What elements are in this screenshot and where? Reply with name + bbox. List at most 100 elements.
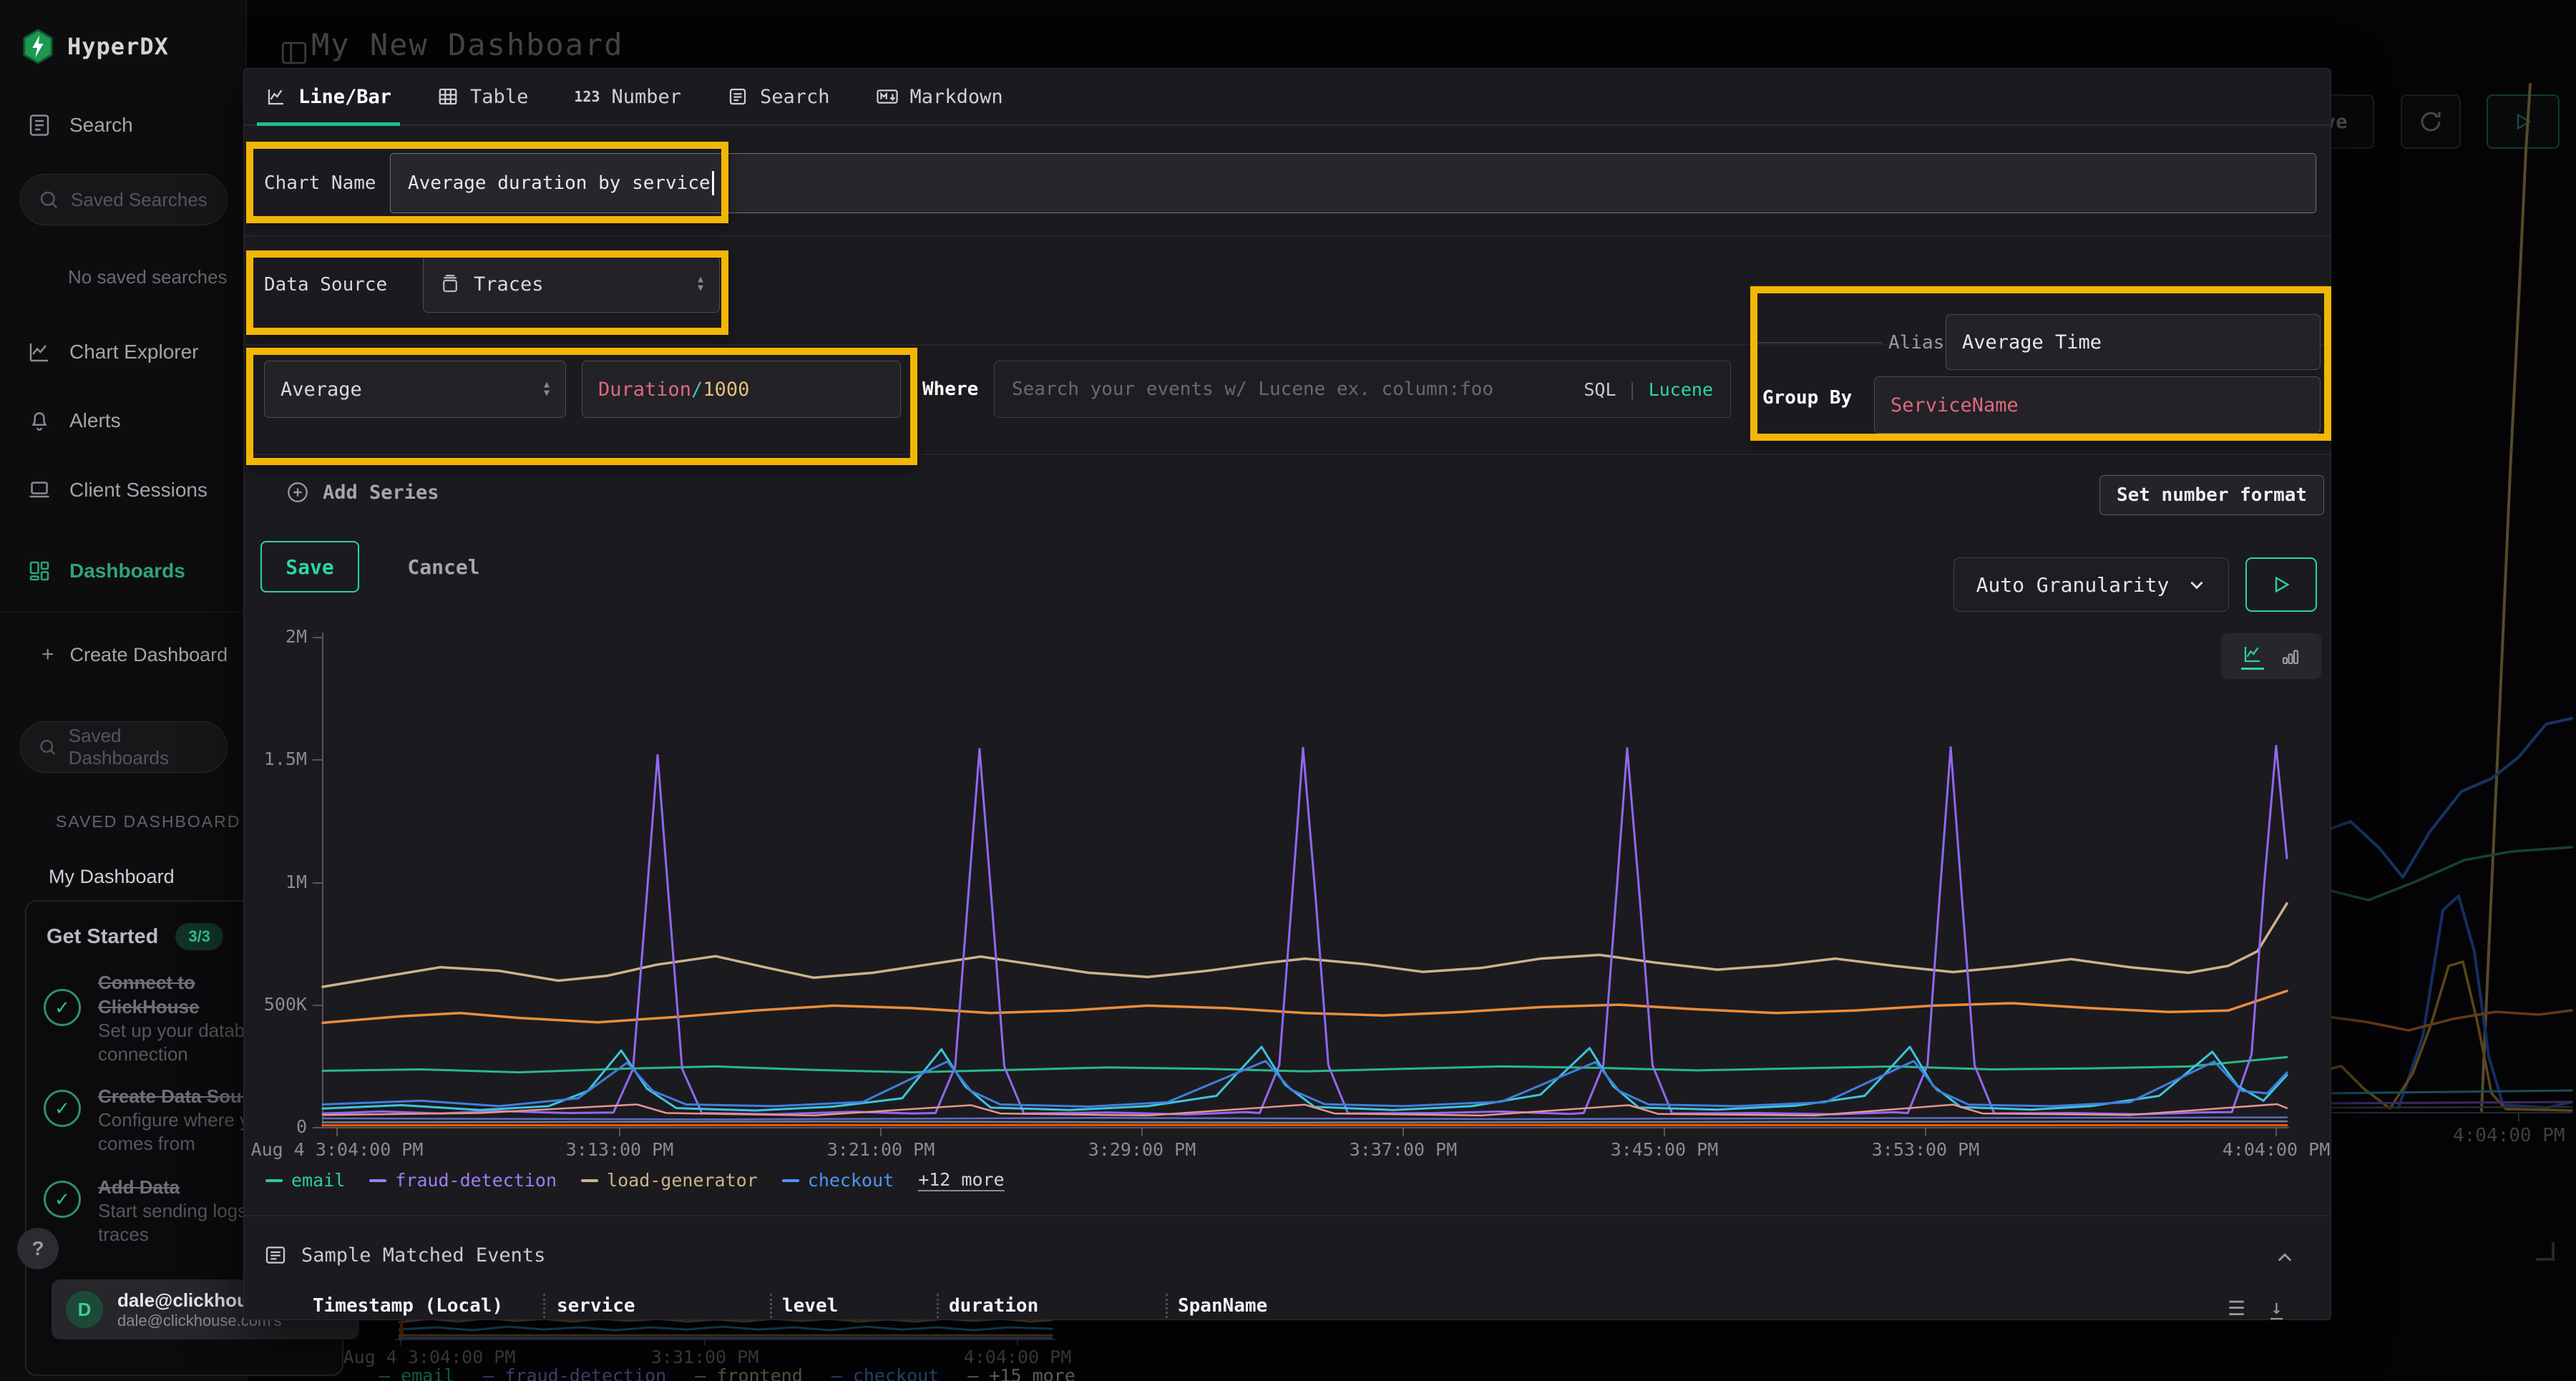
legend-swatch [581,1179,598,1182]
chart-legend: email fraud-detection load-generator che… [265,1169,1005,1191]
get-started-badge: 3/3 [175,923,223,950]
add-series-button[interactable]: Add Series [286,480,439,504]
y-tick-label: 0 [250,1116,307,1137]
sidebar-item-label: Alerts [69,409,121,432]
chart-name-input[interactable]: Average duration by service [390,153,2316,213]
chart-type-tabs: Line/Bar Table 123 Number Search [244,69,2331,126]
help-button[interactable]: ? [17,1228,59,1269]
chart-name-value: Average duration by service [408,172,711,194]
magnifier-icon [38,189,59,210]
data-source-select[interactable]: Traces ▲▼ [423,255,720,313]
tab-markdown[interactable]: Markdown [876,69,1003,125]
markdown-icon [876,86,899,107]
group-by-value: ServiceName [1890,394,2019,416]
sidebar-item-chart-explorer[interactable]: Chart Explorer [25,338,199,366]
divider [244,454,2331,455]
x-tick-label: 3:29:00 PM [1020,1139,1264,1160]
legend-label: email [291,1170,345,1191]
column-header-level[interactable]: level [782,1295,838,1317]
where-search-field[interactable] [1012,379,1571,400]
sidebar-item-label: Dashboards [69,560,185,582]
sql-option[interactable]: SQL [1584,379,1616,400]
series-load-generator [323,904,2287,987]
column-header-service[interactable]: service [557,1295,635,1317]
tab-search[interactable]: Search [727,69,830,125]
legend-item-fraud-detection[interactable]: fraud-detection [369,1170,557,1191]
x-tick-label: 3:21:00 PM [759,1139,1002,1160]
saved-dashboards-placeholder: Saved Dashboards [69,725,210,769]
tab-number[interactable]: 123 Number [574,69,681,125]
y-tick-label: 1M [250,872,307,892]
y-axis-labels: 2M1.5M1M500K0 [244,620,316,1149]
series-slate [323,1118,2287,1120]
where-label: Where [922,379,978,400]
y-tick-label: 1.5M [250,748,307,769]
magnifier-icon [38,736,57,758]
saved-dashboards-input[interactable]: Saved Dashboards [20,721,228,773]
legend-item-checkout[interactable]: checkout [782,1170,894,1191]
sidebar-item-client-sessions[interactable]: Client Sessions [25,476,208,504]
tab-label: Line/Bar [298,86,391,108]
tab-table[interactable]: Table [437,69,528,125]
x-axis-labels: Aug 4 3:04:00 PM3:13:00 PM3:21:00 PM3:29… [244,1139,2331,1165]
logo[interactable]: HyperDX [21,29,169,64]
tab-label: Markdown [910,86,1003,108]
chart-name-label: Chart Name [264,172,376,194]
saved-dashboards-section[interactable]: SAVED DASHBOARDS [44,812,241,831]
legend-item-email[interactable]: email [265,1170,345,1191]
aggregation-value: Average [280,379,362,401]
alias-value: Average Time [1962,331,2102,353]
legend-label: load-generator [607,1170,758,1191]
lucene-option[interactable]: Lucene [1649,379,1713,400]
dashboards-grid-icon [25,557,54,585]
legend-item-load-generator[interactable]: load-generator [581,1170,758,1191]
sidebar-item-my-dashboard[interactable]: My Dashboard [49,866,175,888]
y-tick-label: 2M [250,626,307,647]
tab-line-bar[interactable]: Line/Bar [265,69,391,125]
series-orange [323,991,2287,1023]
create-dashboard-button[interactable]: + Create Dashboard [42,643,228,667]
saved-searches-input[interactable]: Saved Searches [20,174,228,225]
granularity-select[interactable]: Auto Granularity [1953,557,2229,612]
tab-label: Table [470,86,528,108]
line-chart-icon [265,86,287,107]
sidebar-item-dashboards[interactable]: Dashboards [25,557,185,585]
main-chart-svg[interactable] [244,620,2331,1149]
granularity-value: Auto Granularity [1976,573,2170,597]
run-chart-button[interactable] [2245,557,2317,612]
column-header-spanname[interactable]: SpanName [1178,1295,1267,1317]
sidebar-item-alerts[interactable]: Alerts [25,406,121,435]
number-123-icon: 123 [574,88,600,105]
select-updown-icon: ▲▼ [544,381,550,398]
select-updown-icon: ▲▼ [698,275,703,293]
alias-input[interactable]: Average Time [1946,314,2321,370]
column-header-timestamp[interactable]: Timestamp (Local) [313,1295,503,1317]
group-by-input[interactable]: ServiceName [1874,376,2321,434]
legend-more-link[interactable]: +12 more [918,1169,1004,1191]
save-button[interactable]: Save [260,541,359,592]
language-switch[interactable]: SQL | Lucene [1584,379,1713,400]
sidebar-divider [0,612,247,613]
x-tick-label: 4:04:00 PM [2155,1139,2331,1160]
set-number-format-button[interactable]: Set number format [2099,475,2324,515]
column-separator [937,1294,939,1320]
laptop-icon [25,476,54,504]
database-icon [439,273,461,295]
sample-events-header[interactable]: Sample Matched Events [264,1244,545,1267]
collapse-chevron-icon[interactable] [2275,1248,2295,1268]
chevron-down-icon [2187,575,2206,594]
check-circle-icon: ✓ [44,989,81,1026]
filter-icon[interactable]: ☰ [2228,1297,2245,1320]
add-series-label: Add Series [323,482,439,504]
cancel-button[interactable]: Cancel [397,541,490,592]
alias-label: Alias [1888,332,1944,353]
where-search-input[interactable]: SQL | Lucene [994,361,1731,418]
field-expression-input[interactable]: Duration/1000 [582,361,901,418]
download-icon[interactable]: ↓ [2270,1297,2283,1320]
aggregation-select[interactable]: Average ▲▼ [264,361,566,418]
column-header-duration[interactable]: duration [949,1295,1038,1317]
sidebar-item-search[interactable]: Search [25,111,133,140]
section-label: SAVED DASHBOARDS [56,812,241,831]
create-dashboard-label: Create Dashboard [70,644,228,666]
series-cyan [323,1047,2287,1111]
